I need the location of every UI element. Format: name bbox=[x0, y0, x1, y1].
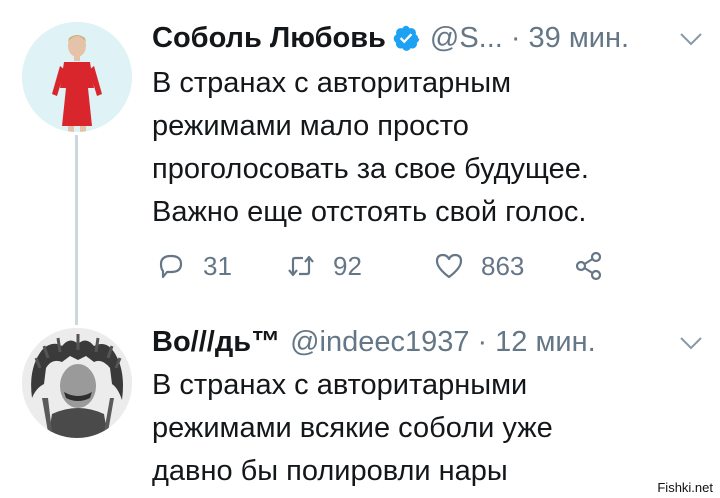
tweet-text: В странах с авторитарными режимами всяки… bbox=[152, 364, 700, 493]
tweet-text-line: режимами всякие соболи уже bbox=[152, 412, 553, 444]
author-handle[interactable]: @S... bbox=[430, 22, 503, 55]
verified-badge-icon bbox=[392, 24, 420, 52]
heart-icon bbox=[435, 253, 463, 279]
tweet-text-line: проголосовать за свое будущее. bbox=[152, 153, 589, 185]
reply-count: 31 bbox=[203, 250, 232, 281]
separator-dot: · bbox=[477, 325, 488, 358]
tweet-actions: 31 92 863 bbox=[155, 243, 605, 289]
chevron-down-icon[interactable] bbox=[678, 334, 704, 352]
avatar[interactable] bbox=[22, 22, 132, 132]
retweet-button[interactable]: 92 bbox=[285, 250, 433, 282]
reply-icon bbox=[159, 254, 183, 279]
retweet-count: 92 bbox=[333, 250, 362, 281]
tweet-text-line: давно бы полировли нары bbox=[152, 455, 508, 487]
tweet-text-line: Важно еще отстоять свой голос. bbox=[152, 196, 587, 228]
author-handle[interactable]: @indeec1937 bbox=[290, 326, 469, 359]
tweet-text-line: В странах с авторитарными bbox=[152, 369, 528, 401]
timestamp[interactable]: 39 мин. bbox=[529, 22, 630, 55]
like-button[interactable]: 863 bbox=[433, 250, 573, 282]
avatar[interactable] bbox=[22, 328, 132, 438]
tweet-text-line: В странах с авторитарным bbox=[152, 67, 512, 99]
tweet-text-line: режимами мало просто bbox=[152, 110, 469, 142]
retweet-icon bbox=[288, 255, 314, 277]
tweet-text: В странах с авторитарным режимами мало п… bbox=[152, 62, 700, 234]
chevron-down-icon[interactable] bbox=[678, 30, 704, 48]
watermark: Fishki.net bbox=[654, 479, 716, 496]
like-count: 863 bbox=[481, 250, 525, 281]
separator-dot: · bbox=[510, 21, 521, 54]
timestamp[interactable]: 12 мин. bbox=[495, 326, 596, 359]
author-name[interactable]: Соболь Любовь bbox=[152, 22, 386, 55]
author-name[interactable]: Во///дь™ bbox=[152, 326, 280, 359]
tweet[interactable]: Во///дь™ @indeec1937 · 12 мин. В странах… bbox=[0, 318, 720, 498]
share-button[interactable] bbox=[573, 250, 605, 282]
share-icon bbox=[575, 251, 602, 281]
tweet-header: Во///дь™ @indeec1937 · 12 мин. bbox=[152, 322, 700, 362]
tweet[interactable]: Соболь Любовь @S... · 39 мин. В странах … bbox=[0, 0, 720, 300]
reply-button[interactable]: 31 bbox=[155, 250, 285, 282]
tweet-header: Соболь Любовь @S... · 39 мин. bbox=[152, 18, 700, 58]
